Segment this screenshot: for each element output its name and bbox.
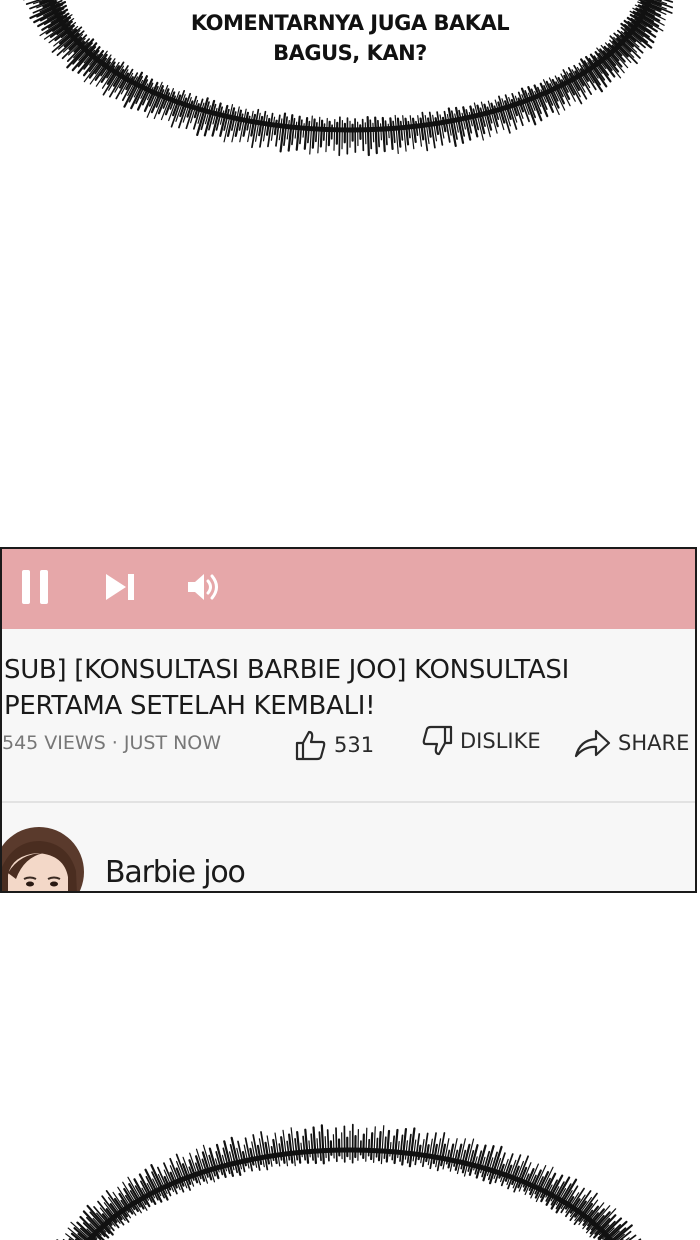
player-control-bar <box>2 549 695 629</box>
thumbs-down-icon <box>422 725 453 756</box>
share-button[interactable]: SHARE <box>574 723 689 763</box>
share-icon <box>574 729 611 758</box>
volume-icon <box>188 574 218 600</box>
video-meta: 545 VIEWS · JUST NOW <box>2 732 222 754</box>
speech-line-2: BAGUS, KAN? <box>273 41 427 65</box>
avatar-face-icon <box>2 827 84 891</box>
channel-avatar[interactable] <box>2 827 84 891</box>
video-title-line-1: SUB] [KONSULTASI BARBIE JOO] KONSULTASI <box>4 655 569 685</box>
dislike-button[interactable]: DISLIKE <box>420 721 541 761</box>
speech-line-1: KOMENTARNYA JUGA BAKAL <box>190 11 510 35</box>
volume-button[interactable] <box>186 567 224 607</box>
speech-bubble-text: KOMENTARNYA JUGA BAKAL BAGUS, KAN? <box>150 8 550 68</box>
thumbs-up-icon <box>295 730 326 761</box>
video-panel: SUB] [KONSULTASI BARBIE JOO] KONSULTASI … <box>0 547 697 893</box>
speech-bubble-bottom <box>56 1123 642 1240</box>
like-count: 531 <box>334 733 375 757</box>
video-title-line-2: PERTAMA SETELAH KEMBALI! <box>4 691 376 721</box>
divider <box>2 801 695 803</box>
share-label: SHARE <box>618 731 690 755</box>
dislike-label: DISLIKE <box>460 729 541 753</box>
video-title[interactable]: SUB] [KONSULTASI BARBIE JOO] KONSULTASI … <box>4 652 694 724</box>
skip-next-icon <box>106 574 134 600</box>
pause-button[interactable] <box>20 567 52 607</box>
pause-icon <box>22 570 48 604</box>
channel-name[interactable]: Barbie joo <box>105 855 246 890</box>
like-button[interactable]: 531 <box>294 725 374 765</box>
next-button[interactable] <box>104 567 138 607</box>
